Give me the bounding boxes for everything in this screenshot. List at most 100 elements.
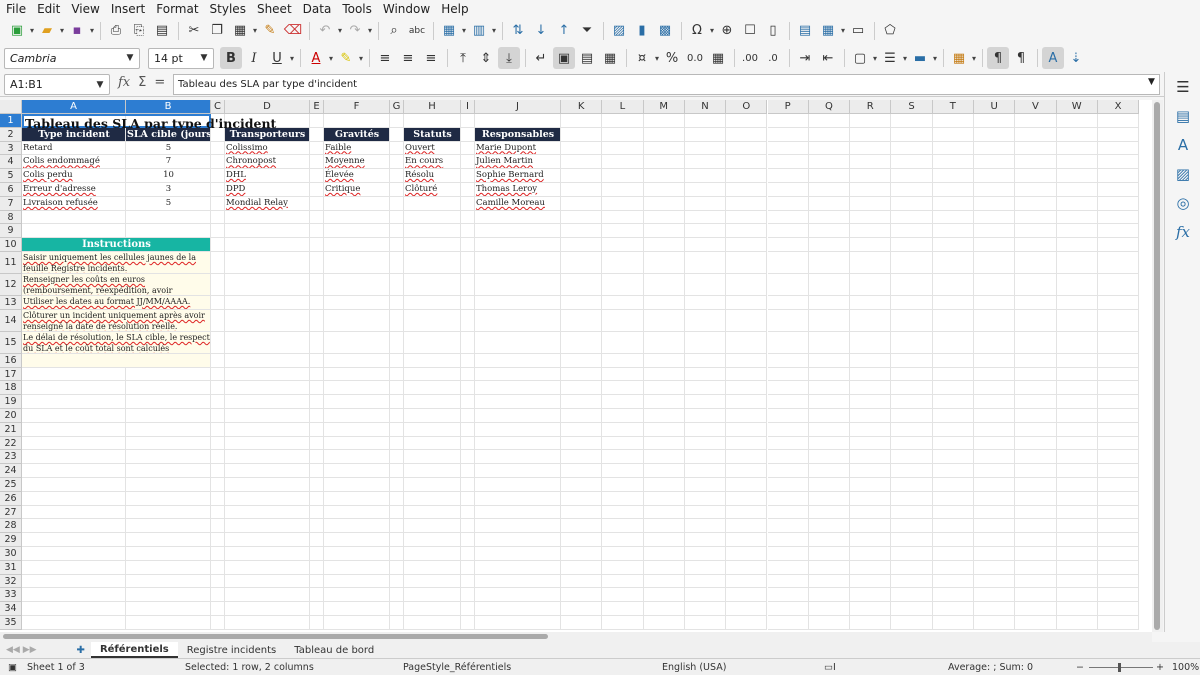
grid-cell[interactable] bbox=[726, 436, 768, 451]
grid-cell[interactable] bbox=[767, 464, 809, 478]
grid-cell[interactable] bbox=[225, 464, 310, 478]
grid-cell[interactable] bbox=[310, 252, 324, 274]
grid-cell[interactable] bbox=[211, 588, 225, 603]
grid-cell[interactable] bbox=[1097, 252, 1140, 274]
grid-cell[interactable] bbox=[643, 436, 685, 451]
row-header-4[interactable]: 4 bbox=[0, 155, 22, 170]
grid-cell[interactable] bbox=[404, 252, 461, 274]
grid-cell[interactable] bbox=[324, 353, 390, 368]
menu-icon[interactable]: ☰ bbox=[1165, 72, 1200, 101]
grid-cell[interactable] bbox=[891, 224, 933, 239]
grid-cell[interactable] bbox=[726, 464, 768, 478]
statut-list-item[interactable]: Clôturé bbox=[404, 183, 461, 197]
row-header-1[interactable]: 1 bbox=[0, 114, 22, 128]
grid-cell[interactable] bbox=[767, 296, 809, 310]
grid-cell[interactable] bbox=[22, 616, 126, 630]
grid-cell[interactable] bbox=[461, 252, 475, 274]
grid-cell[interactable] bbox=[850, 367, 892, 382]
grid-cell[interactable] bbox=[602, 309, 644, 332]
grid-cell[interactable] bbox=[225, 252, 310, 274]
sort-ascending-icon[interactable]: ↓ bbox=[530, 20, 552, 42]
grid-cell[interactable] bbox=[1015, 547, 1057, 561]
grid-cell[interactable] bbox=[475, 422, 561, 437]
grid-cell[interactable] bbox=[22, 491, 126, 506]
grid-cell[interactable] bbox=[891, 602, 933, 616]
row-header-3[interactable]: 3 bbox=[0, 141, 22, 156]
grid-cell[interactable] bbox=[850, 519, 892, 534]
grid-cell[interactable] bbox=[684, 616, 727, 630]
grid-cell[interactable] bbox=[1015, 252, 1057, 274]
grid-cell[interactable] bbox=[404, 381, 461, 396]
grid-cell[interactable] bbox=[808, 353, 851, 368]
row-header-24[interactable]: 24 bbox=[0, 464, 22, 478]
grid-cell[interactable] bbox=[324, 602, 390, 616]
grid-cell[interactable] bbox=[643, 560, 685, 575]
grid-cell[interactable] bbox=[1097, 183, 1140, 197]
grid-cell[interactable] bbox=[404, 616, 461, 630]
grid-cell[interactable] bbox=[310, 450, 324, 465]
grid-cell[interactable] bbox=[767, 331, 809, 354]
grid-cell[interactable] bbox=[475, 274, 561, 296]
grid-cell[interactable] bbox=[22, 547, 126, 561]
grid-cell[interactable] bbox=[324, 560, 390, 575]
grid-cell[interactable] bbox=[808, 309, 851, 332]
grid-cell[interactable] bbox=[684, 114, 727, 128]
borders-icon[interactable]: ▢ bbox=[849, 47, 877, 69]
grid-cell[interactable] bbox=[404, 353, 461, 368]
grid-cell[interactable] bbox=[726, 127, 768, 142]
grid-cell[interactable] bbox=[310, 296, 324, 310]
grid-cell[interactable] bbox=[684, 252, 727, 274]
grid-cell[interactable] bbox=[390, 409, 404, 423]
grid-cell[interactable] bbox=[850, 602, 892, 616]
grid-cell[interactable] bbox=[1097, 422, 1140, 437]
autofilter-icon[interactable]: ⏷ bbox=[576, 20, 598, 42]
grid-cell[interactable] bbox=[850, 574, 892, 589]
grid-cell[interactable] bbox=[602, 395, 644, 409]
grid-cell[interactable] bbox=[726, 183, 768, 197]
grid-cell[interactable] bbox=[1056, 574, 1098, 589]
grid-cell[interactable] bbox=[1015, 224, 1057, 239]
grid-cell[interactable] bbox=[850, 238, 892, 252]
grid-cell[interactable] bbox=[475, 602, 561, 616]
grid-cell[interactable] bbox=[643, 114, 685, 128]
grid-cell[interactable] bbox=[767, 114, 809, 128]
grid-cell[interactable] bbox=[390, 505, 404, 520]
grid-cell[interactable] bbox=[461, 560, 475, 575]
grid-cell[interactable] bbox=[475, 505, 561, 520]
row-header-26[interactable]: 26 bbox=[0, 491, 22, 506]
grid-cell[interactable] bbox=[390, 196, 404, 211]
grid-cell[interactable] bbox=[684, 519, 727, 534]
grid-cell[interactable] bbox=[1015, 588, 1057, 603]
grid-cell[interactable] bbox=[225, 274, 310, 296]
grid-cell[interactable] bbox=[475, 560, 561, 575]
grid-cell[interactable] bbox=[684, 574, 727, 589]
row-header-15[interactable]: 15 bbox=[0, 331, 22, 354]
transporteur-list-header[interactable]: Transporteurs bbox=[225, 127, 310, 142]
grid-cell[interactable] bbox=[310, 560, 324, 575]
grid-cell[interactable] bbox=[324, 422, 390, 437]
zoom-slider[interactable] bbox=[1089, 667, 1153, 668]
grid-cell[interactable] bbox=[211, 155, 225, 170]
chevron-down-icon[interactable]: ▼ bbox=[195, 49, 213, 68]
grid-cell[interactable] bbox=[932, 547, 974, 561]
grid-cell[interactable] bbox=[767, 588, 809, 603]
grid-cell[interactable] bbox=[310, 547, 324, 561]
grid-cell[interactable] bbox=[404, 450, 461, 465]
grid-cell[interactable] bbox=[1056, 505, 1098, 520]
grid-cell[interactable] bbox=[404, 296, 461, 310]
grid-cell[interactable] bbox=[684, 238, 727, 252]
grid-cell[interactable] bbox=[1015, 309, 1057, 332]
grid-cell[interactable] bbox=[1056, 155, 1098, 170]
grid-cell[interactable] bbox=[808, 169, 851, 183]
copy-icon[interactable]: ❐ bbox=[206, 20, 228, 42]
grid-cell[interactable] bbox=[808, 210, 851, 225]
grid-cell[interactable] bbox=[390, 602, 404, 616]
instruction-line[interactable]: Utiliser les dates au format JJ/MM/AAAA. bbox=[22, 296, 211, 310]
row-header-19[interactable]: 19 bbox=[0, 395, 22, 409]
grid-cell[interactable] bbox=[767, 574, 809, 589]
grid-cell[interactable] bbox=[974, 381, 1016, 396]
grid-cell[interactable] bbox=[767, 450, 809, 465]
grid-cell[interactable] bbox=[561, 169, 603, 183]
grid-cell[interactable] bbox=[225, 616, 310, 630]
grid-cell[interactable] bbox=[404, 602, 461, 616]
